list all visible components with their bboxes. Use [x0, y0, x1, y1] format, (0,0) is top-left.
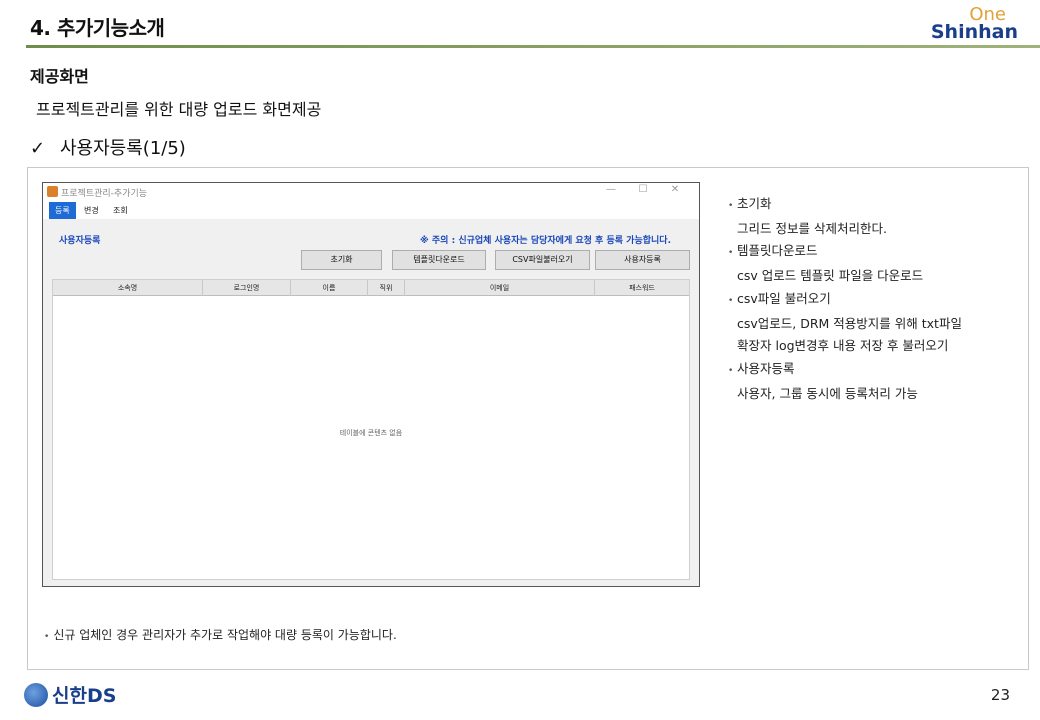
- minimize-icon[interactable]: —: [595, 184, 627, 195]
- note-csv: • csv파일 불러오기: [728, 288, 962, 313]
- note-title: 사용자등록: [737, 360, 795, 376]
- note-desc: csv업로드, DRM 적용방지를 위해 txt파일: [737, 315, 962, 331]
- panel-title: 사용자등록: [59, 236, 101, 246]
- column-header-login[interactable]: 로그인명: [203, 280, 291, 296]
- close-icon[interactable]: ✕: [659, 184, 691, 195]
- logo-shinhan-text: Shinhan: [930, 21, 1018, 43]
- template-download-button[interactable]: 템플릿다운로드: [392, 250, 486, 270]
- bottom-note: • 신규 업체인 경우 관리자가 추가로 작업해야 대량 등록이 가능합니다.: [44, 626, 397, 643]
- checklist-item-label: 사용자등록(1/5): [60, 138, 186, 159]
- section-heading: 제공화면: [30, 67, 89, 86]
- checkmark-icon: ✓: [30, 138, 46, 159]
- note-user-register: • 사용자등록: [728, 358, 962, 383]
- tab-change[interactable]: 변경: [78, 202, 105, 219]
- csv-load-button[interactable]: CSV파일불러오기: [495, 250, 590, 270]
- column-header-position[interactable]: 직위: [368, 280, 405, 296]
- note-title: 템플릿다운로드: [737, 243, 818, 259]
- bullet-icon: •: [728, 201, 734, 211]
- user-grid[interactable]: 소속명 로그인명 이름 직위 이메일 패스워드 테이블에 콘텐츠 없음: [52, 279, 690, 580]
- tab-search[interactable]: 조회: [107, 202, 134, 219]
- bullet-icon: •: [44, 632, 50, 642]
- note-title: csv파일 불러오기: [737, 290, 831, 306]
- notice-text: ※ 주의 : 신규업체 사용자는 담당자에게 요청 후 등록 가능합니다.: [420, 236, 671, 246]
- shinhan-emblem-icon: [24, 682, 48, 707]
- note-desc: 그리드 정보를 삭제처리한다.: [737, 220, 887, 236]
- one-shinhan-logo: One Shinhan: [931, 6, 1018, 42]
- column-header-affiliation[interactable]: 소속명: [53, 280, 203, 296]
- feature-notes: • 초기화 그리드 정보를 삭제처리한다. • 템플릿다운로드 csv 업로드 템플…: [728, 193, 962, 405]
- grid-empty-message: 테이블에 콘텐츠 없음: [339, 429, 403, 437]
- bullet-icon: •: [728, 295, 734, 306]
- window-title: 프로젝트관리-추가기능: [61, 189, 148, 199]
- window-controls: — ☐ ✕: [595, 184, 691, 195]
- app-window: 프로젝트관리-추가기능 — ☐ ✕ 등록 변경 조회 사용자등록 ※ 주의 : 신규…: [42, 182, 700, 587]
- note-desc: csv 업로드 템플릿 파일을 다운로드: [737, 268, 924, 284]
- note-title: 초기화: [737, 196, 772, 211]
- slide-title: 4. 추가기능소개: [30, 16, 165, 40]
- tab-register[interactable]: 등록: [49, 202, 76, 219]
- bullet-icon: •: [728, 365, 734, 376]
- bullet-icon: •: [728, 248, 734, 259]
- page-number: 23: [990, 686, 1010, 704]
- column-header-password[interactable]: 패스워드: [595, 280, 689, 296]
- section-subtitle: 프로젝트관리를 위한 대량 업로드 화면제공: [36, 100, 322, 119]
- column-header-name[interactable]: 이름: [291, 280, 368, 296]
- tab-bar: 등록 변경 조회: [43, 201, 699, 219]
- user-register-button[interactable]: 사용자등록: [595, 250, 690, 270]
- bottom-note-text: 신규 업체인 경우 관리자가 추가로 작업해야 대량 등록이 가능합니다.: [53, 628, 397, 642]
- shinhan-ds-logo: 신한DS: [24, 681, 116, 708]
- window-titlebar[interactable]: 프로젝트관리-추가기능 — ☐ ✕: [43, 183, 699, 201]
- app-icon: [47, 186, 58, 197]
- checklist-item: ✓ 사용자등록(1/5): [30, 134, 186, 160]
- note-desc: 확장자 log변경후 내용 저장 후 불러오기: [737, 338, 949, 354]
- title-divider: [26, 45, 1040, 48]
- reset-button[interactable]: 초기화: [301, 250, 382, 270]
- note-template: • 템플릿다운로드: [728, 240, 962, 265]
- footer-logo-name: 신한DS: [52, 685, 117, 707]
- maximize-icon[interactable]: ☐: [627, 184, 659, 195]
- note-reset: • 초기화: [728, 193, 962, 218]
- note-desc: 사용자, 그룹 동시에 등록처리 가능: [737, 385, 918, 401]
- user-register-panel: 사용자등록 ※ 주의 : 신규업체 사용자는 담당자에게 요청 후 등록 가능합…: [43, 219, 699, 586]
- grid-header: 소속명 로그인명 이름 직위 이메일 패스워드: [53, 280, 689, 296]
- column-header-email[interactable]: 이메일: [405, 280, 595, 296]
